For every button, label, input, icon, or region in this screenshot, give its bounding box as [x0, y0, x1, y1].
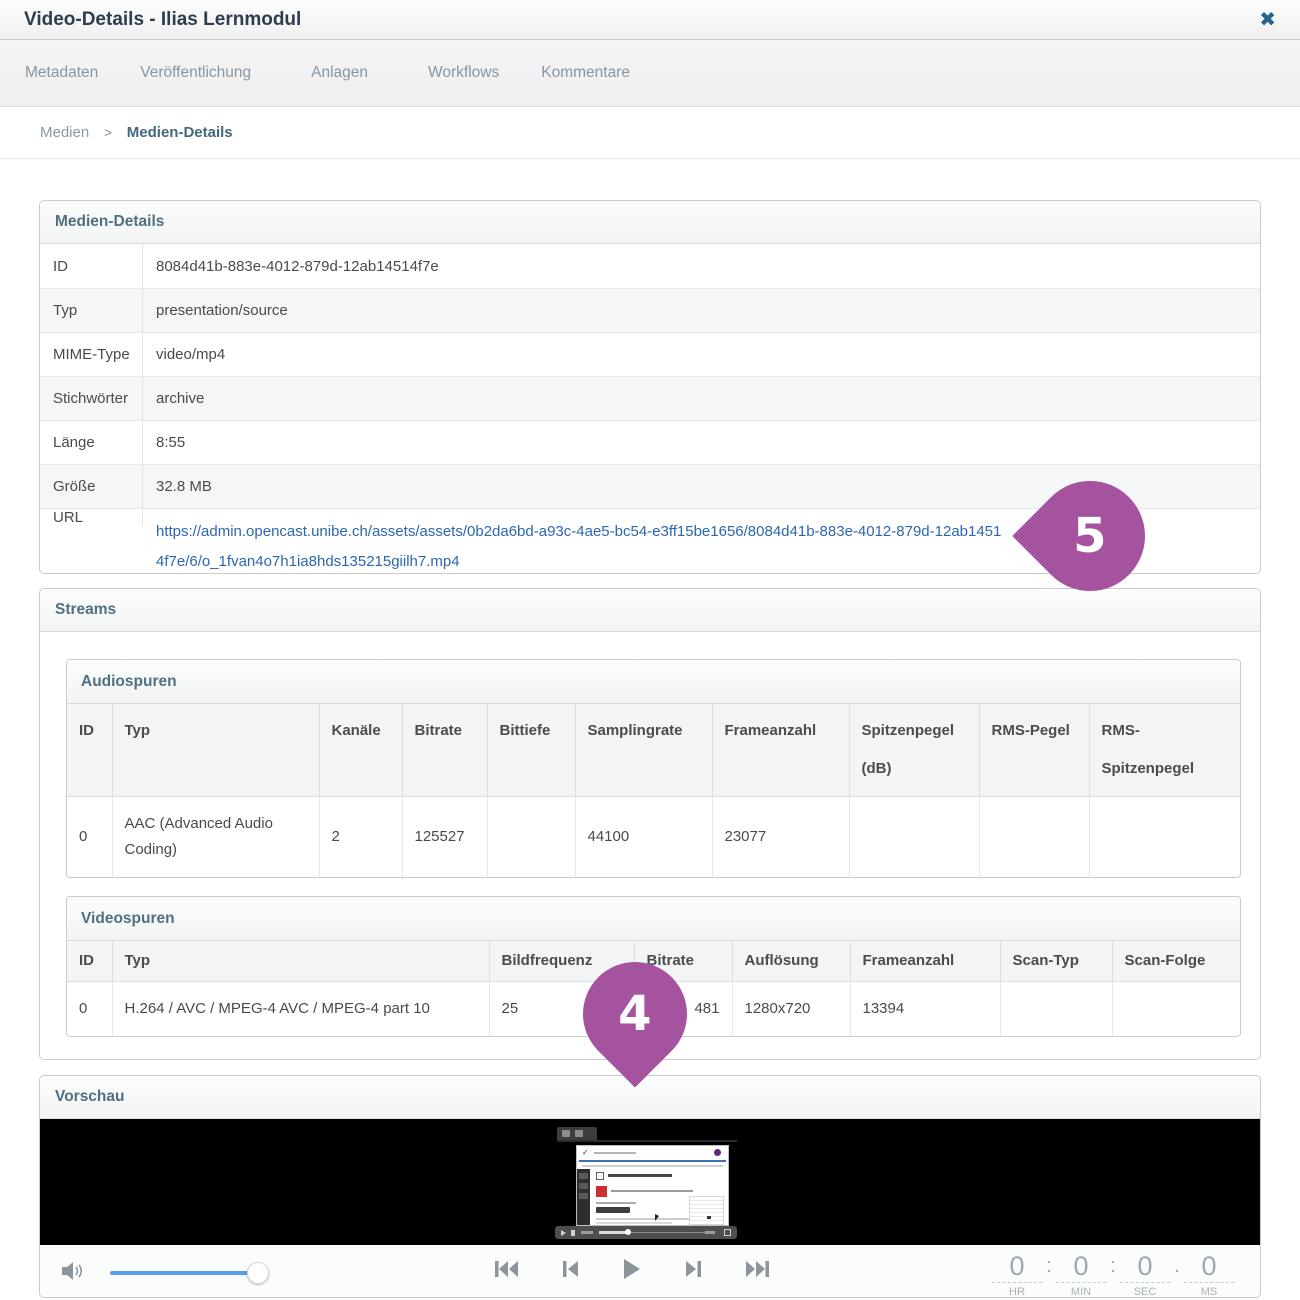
audio-data-row: 0 AAC (Advanced Audio Coding) 2 125527 4… — [67, 797, 1241, 878]
detail-row-stichwoerter: Stichwörter archive — [40, 376, 1260, 420]
volume-slider-track[interactable] — [110, 1271, 258, 1275]
timecode-seconds[interactable]: 0 SEC — [1120, 1251, 1170, 1298]
videospuren-title: Videospuren — [67, 897, 1240, 941]
col-id: ID — [67, 941, 112, 982]
detail-label: Stichwörter — [40, 377, 143, 420]
col-aufloesung: Auflösung — [732, 941, 850, 982]
col-rms-pegel: RMS-Pegel — [979, 704, 1089, 797]
volume-slider-knob[interactable] — [247, 1262, 269, 1284]
thumb-calendar — [689, 1196, 724, 1225]
col-scan-typ: Scan-Typ — [1000, 941, 1112, 982]
volume-icon[interactable] — [62, 1260, 88, 1282]
previous-frame-button[interactable] — [563, 1260, 579, 1278]
skip-to-start-button[interactable] — [495, 1260, 519, 1278]
audio-header-row: ID Typ Kanäle Bitrate Bittiefe Samplingr… — [67, 704, 1241, 797]
timecode-milliseconds[interactable]: 0 MS — [1184, 1251, 1234, 1298]
play-button[interactable] — [623, 1258, 641, 1280]
col-scan-folge: Scan-Folge — [1112, 941, 1241, 982]
col-id: ID — [67, 704, 112, 797]
modal-titlebar: Video-Details - Ilias Lernmodul ✖ — [0, 0, 1300, 40]
page-title: Video-Details - Ilias Lernmodul — [24, 9, 301, 31]
breadcrumb: Medien > Medien-Details — [0, 107, 1300, 159]
video-stage[interactable]: ✓ — [40, 1119, 1260, 1245]
timecode-display: 0 HR : 0 MIN : 0 SEC . 0 MS — [992, 1251, 1234, 1298]
annotation-label: 4 — [618, 986, 651, 1042]
detail-label: Typ — [40, 289, 143, 332]
detail-row-laenge: Länge 8:55 — [40, 420, 1260, 464]
thumb-logo — [596, 1186, 607, 1197]
vorschau-title: Vorschau — [40, 1076, 1260, 1119]
video-thumbnail: ✓ — [551, 1126, 741, 1240]
detail-row-typ: Typ presentation/source — [40, 288, 1260, 332]
tab-kommentare[interactable]: Kommentare — [541, 64, 630, 82]
detail-label: ID — [40, 244, 143, 288]
streams-title: Streams — [40, 589, 1260, 632]
chevron-right-icon: > — [104, 125, 112, 140]
detail-label: Größe — [40, 465, 143, 508]
audiospuren-table: Audiospuren ID Typ Kanäle Bitrate Bittie… — [66, 659, 1241, 878]
tab-metadaten[interactable]: Metadaten — [25, 64, 98, 82]
detail-label: MIME-Type — [40, 333, 143, 376]
detail-value: archive — [143, 377, 1260, 420]
detail-row-mime: MIME-Type video/mp4 — [40, 332, 1260, 376]
thumb-avatar — [714, 1149, 721, 1156]
col-bittiefe: Bittiefe — [487, 704, 575, 797]
thumb-browser-tab — [557, 1127, 597, 1140]
detail-value: presentation/source — [143, 289, 1260, 332]
timecode-hours[interactable]: 0 HR — [992, 1251, 1042, 1298]
thumb-check-icon: ✓ — [582, 1148, 589, 1157]
tab-bar: Metadaten Veröffentlichung Anlagen Workf… — [0, 40, 1300, 107]
col-bitrate: Bitrate — [402, 704, 487, 797]
next-frame-button[interactable] — [685, 1260, 701, 1278]
thumb-page: ✓ — [576, 1145, 729, 1226]
media-url-link[interactable]: https://admin.opencast.unibe.ch/assets/a… — [156, 523, 1001, 570]
detail-row-id: ID 8084d41b-883e-4012-879d-12ab14514f7e — [40, 244, 1260, 288]
thumb-player-bar — [555, 1226, 737, 1239]
thumb-cursor — [655, 1214, 659, 1221]
detail-label: URL — [40, 509, 143, 526]
close-icon[interactable]: ✖ — [1259, 10, 1276, 30]
col-kanaele: Kanäle — [319, 704, 402, 797]
annotation-label: 5 — [1073, 508, 1106, 564]
audiospuren-title: Audiospuren — [67, 660, 1240, 704]
medien-details-title: Medien-Details — [40, 201, 1260, 244]
tab-anlagen[interactable]: Anlagen — [311, 64, 368, 82]
tab-workflows[interactable]: Workflows — [428, 64, 499, 82]
timecode-minutes[interactable]: 0 MIN — [1056, 1251, 1106, 1298]
skip-to-end-button[interactable] — [745, 1260, 769, 1278]
col-frameanzahl: Frameanzahl — [850, 941, 1000, 982]
col-typ: Typ — [112, 704, 319, 797]
thumb-sidebar — [577, 1169, 590, 1225]
breadcrumb-medien[interactable]: Medien — [40, 124, 89, 141]
col-frameanzahl: Frameanzahl — [712, 704, 849, 797]
transport-buttons — [495, 1258, 769, 1280]
detail-value: video/mp4 — [143, 333, 1260, 376]
vorschau-panel: Vorschau ✓ — [39, 1075, 1261, 1298]
col-samplingrate: Samplingrate — [575, 704, 712, 797]
col-rms-spitzenpegel: RMS-Spitzenpegel — [1089, 704, 1241, 797]
detail-label: Länge — [40, 421, 143, 464]
player-controls: 0 HR : 0 MIN : 0 SEC . 0 MS — [40, 1245, 1260, 1297]
breadcrumb-medien-details: Medien-Details — [127, 124, 233, 141]
col-typ: Typ — [112, 941, 489, 982]
detail-value: 8:55 — [143, 421, 1260, 464]
detail-value: 8084d41b-883e-4012-879d-12ab14514f7e — [143, 244, 1260, 288]
col-spitzenpegel: Spitzenpegel (dB) — [849, 704, 979, 797]
tab-veroeffentlichung[interactable]: Veröffentlichung — [140, 64, 251, 82]
